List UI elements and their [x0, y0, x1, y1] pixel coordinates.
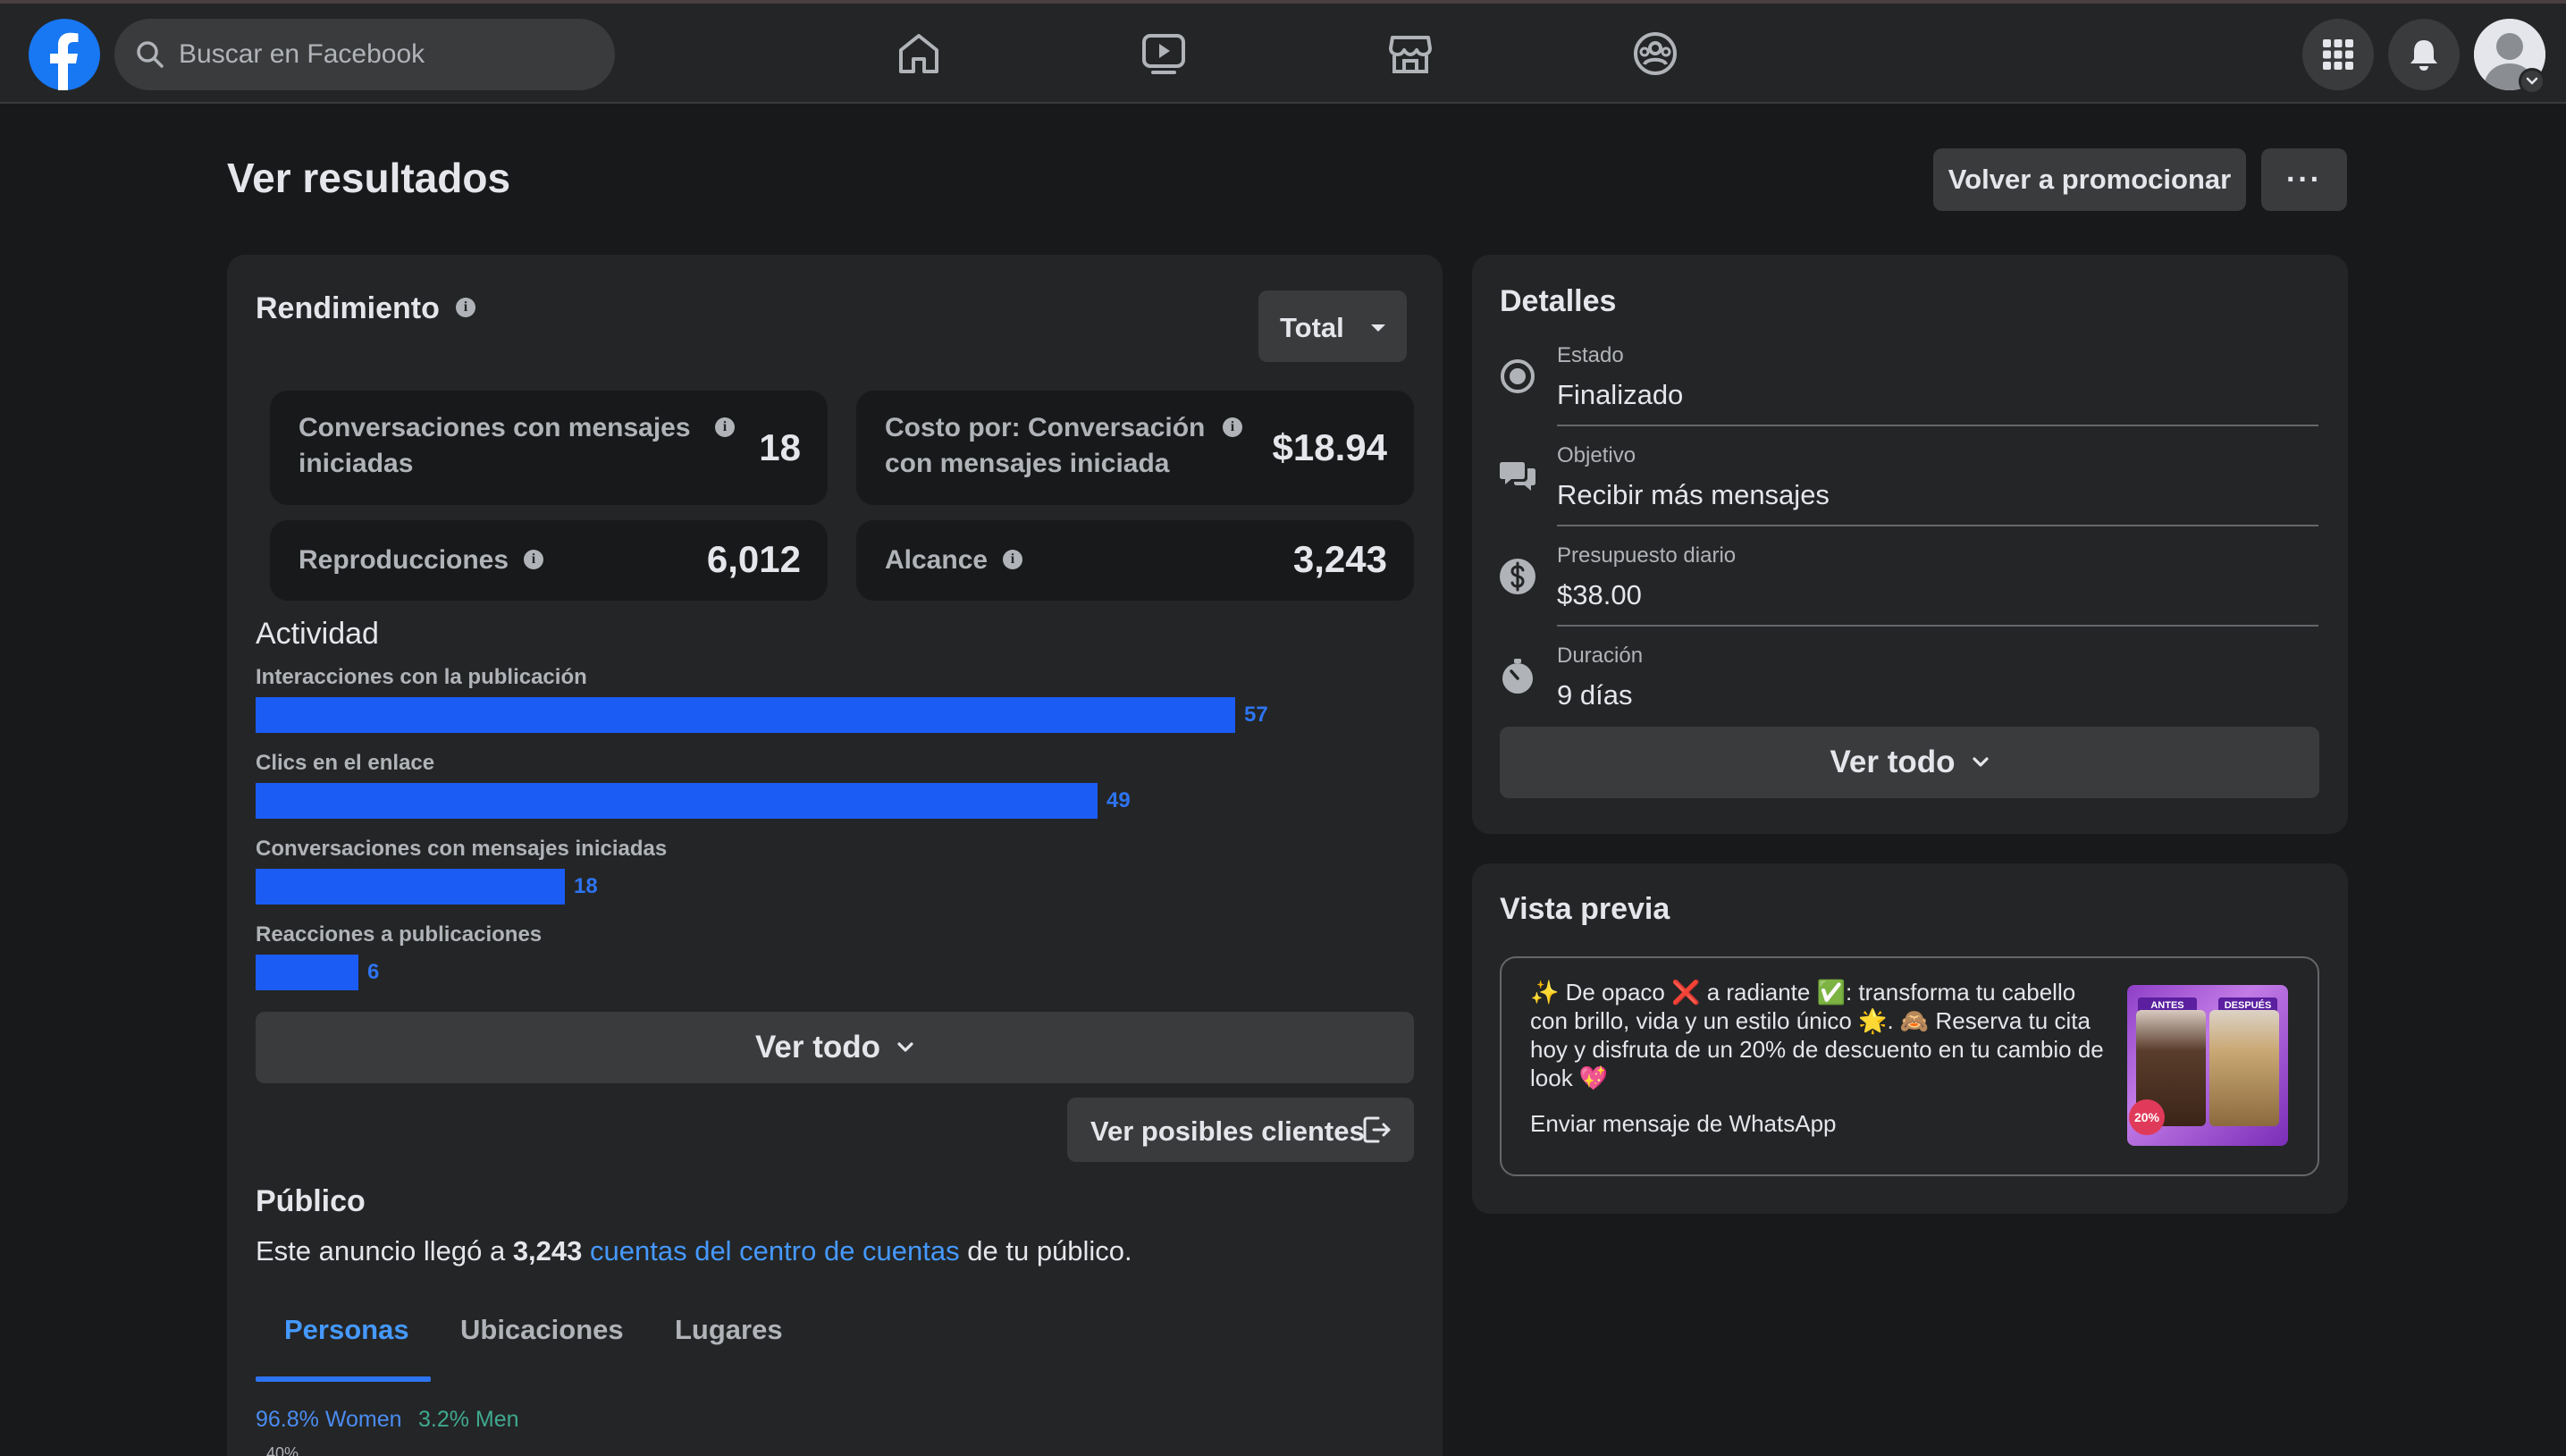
- detail-value-budget: $38.00: [1557, 579, 1642, 610]
- status-radio-icon: [1501, 359, 1535, 393]
- detail-value-duration: 9 días: [1557, 679, 1633, 711]
- activity-label: Conversaciones con mensajes iniciadas: [256, 837, 668, 861]
- home-icon[interactable]: [894, 29, 944, 79]
- view-leads-label: Ver posibles clientes: [1090, 1115, 1365, 1147]
- activity-bar: [256, 869, 565, 905]
- gender-women-legend: 96.8% Women: [256, 1407, 402, 1432]
- video-icon[interactable]: [1139, 29, 1189, 79]
- tab-lugares[interactable]: Lugares: [675, 1314, 783, 1346]
- detail-value-objective: Recibir más mensajes: [1557, 479, 1830, 510]
- chart-axis-tick: 40%: [266, 1444, 299, 1456]
- activity-bar-value: 6: [367, 960, 380, 984]
- tab-personas[interactable]: Personas: [284, 1314, 409, 1346]
- audience-desc-prefix: Este anuncio llegó a: [256, 1235, 513, 1267]
- active-tab-indicator: [256, 1376, 431, 1382]
- total-dropdown[interactable]: Total: [1258, 290, 1407, 362]
- details-title: Detalles: [1500, 284, 1617, 318]
- export-icon: [1363, 1116, 1391, 1143]
- thumb-after-photo: [2209, 1010, 2279, 1126]
- detail-label-duration: Duración: [1557, 644, 1644, 668]
- account-menu-chevron[interactable]: [2519, 68, 2545, 95]
- activity-bar: [256, 697, 1235, 733]
- divider: [1557, 425, 2318, 426]
- metric-card-conversations: Conversaciones con mensajes iniciadas i …: [270, 391, 828, 505]
- stopwatch-icon: [1502, 659, 1533, 694]
- facebook-logo-icon[interactable]: [29, 19, 100, 90]
- see-all-label: Ver todo: [754, 1030, 881, 1065]
- metric-info-icon[interactable]: i: [524, 550, 543, 569]
- metric-card-reach: Alcance i 3,243: [856, 520, 1414, 601]
- gender-men-legend: 3.2% Men: [418, 1407, 519, 1432]
- activity-see-all-button[interactable]: Ver todo: [256, 1012, 1414, 1083]
- divider: [1557, 625, 2318, 627]
- metric-value: 3,243: [1292, 538, 1387, 580]
- ad-preview-text: ✨ De opaco ❌ a radiante ✅: transforma tu…: [1530, 979, 2104, 1091]
- tab-ubicaciones[interactable]: Ubicaciones: [460, 1314, 624, 1346]
- detail-label-objective: Objetivo: [1557, 443, 1636, 467]
- ad-thumbnail: ANTES DESPUÉS 20%: [2127, 985, 2288, 1146]
- metric-value: 18: [759, 426, 801, 468]
- notifications-icon: [2410, 40, 2437, 71]
- metric-label: Costo por: Conversación con mensajes ini…: [885, 413, 1206, 478]
- metric-value: 6,012: [706, 538, 801, 580]
- metric-info-icon[interactable]: i: [1223, 417, 1242, 437]
- page-title: Ver resultados: [227, 155, 511, 201]
- dollar-icon: [1500, 559, 1535, 594]
- detail-label-budget: Presupuesto diario: [1557, 543, 1737, 568]
- metric-card-plays: Reproducciones i 6,012: [270, 520, 828, 601]
- chevron-down-icon: [2526, 77, 2538, 85]
- audience-title: Público: [256, 1184, 366, 1218]
- search-box[interactable]: [114, 19, 615, 90]
- audience-reach-count: 3,243: [512, 1235, 583, 1267]
- activity-label: Clics en el enlace: [256, 751, 435, 775]
- more-options-button[interactable]: ···: [2261, 148, 2347, 211]
- notifications-button[interactable]: [2388, 19, 2460, 90]
- divider: [1557, 525, 2318, 526]
- audience-description: Este anuncio llegó a 3,243 cuentas del c…: [256, 1235, 1132, 1267]
- groups-icon[interactable]: [1630, 29, 1680, 79]
- menu-grid-icon: [2323, 39, 2353, 70]
- search-input[interactable]: [179, 19, 590, 90]
- details-see-all-button[interactable]: Ver todo: [1500, 727, 2319, 798]
- total-dropdown-label: Total: [1280, 312, 1344, 343]
- activity-label: Reacciones a publicaciones: [256, 922, 543, 947]
- chevron-down-icon: [897, 1042, 913, 1052]
- thumb-discount-badge: 20%: [2129, 1099, 2165, 1135]
- preview-title: Vista previa: [1500, 892, 1670, 926]
- repromote-button[interactable]: Volver a promocionar: [1933, 148, 2246, 211]
- activity-bar-value: 49: [1106, 788, 1131, 812]
- detail-label-status: Estado: [1557, 343, 1624, 367]
- activity-bar: [256, 955, 358, 990]
- menu-grid-button[interactable]: [2302, 19, 2374, 90]
- activity-bar-value: 57: [1244, 703, 1268, 727]
- metric-label: Reproducciones: [299, 545, 509, 575]
- performance-title: Rendimiento: [256, 291, 440, 326]
- metric-label: Alcance: [885, 545, 989, 575]
- metric-label: Conversaciones con mensajes iniciadas: [299, 413, 691, 478]
- search-icon: [137, 41, 164, 68]
- performance-info-icon[interactable]: i: [456, 298, 475, 317]
- metric-info-icon[interactable]: i: [1003, 550, 1022, 569]
- accounts-center-link[interactable]: cuentas del centro de cuentas: [590, 1235, 960, 1267]
- performance-title-text: Rendimiento: [256, 291, 440, 325]
- caret-down-icon: [1371, 324, 1385, 332]
- see-all-label: Ver todo: [1830, 745, 1956, 779]
- marketplace-icon[interactable]: [1385, 29, 1435, 79]
- activity-title: Actividad: [256, 617, 379, 651]
- view-leads-button[interactable]: Ver posibles clientes: [1067, 1098, 1414, 1162]
- ad-cta-label: Enviar mensaje de WhatsApp: [1530, 1110, 1837, 1137]
- metric-value: $18.94: [1272, 426, 1387, 468]
- detail-value-status: Finalizado: [1557, 379, 1684, 410]
- audience-desc-suffix: de tu público.: [959, 1235, 1132, 1267]
- activity-bar-value: 18: [574, 874, 598, 898]
- chat-bubbles-icon: [1500, 462, 1535, 491]
- metric-card-cost-per-conversation: Costo por: Conversación con mensajes ini…: [856, 391, 1414, 505]
- metric-info-icon[interactable]: i: [715, 417, 735, 437]
- top-navbar: [0, 4, 2566, 104]
- activity-label: Interacciones con la publicación: [256, 665, 587, 689]
- chevron-down-icon: [1972, 757, 1989, 767]
- activity-bar: [256, 783, 1098, 819]
